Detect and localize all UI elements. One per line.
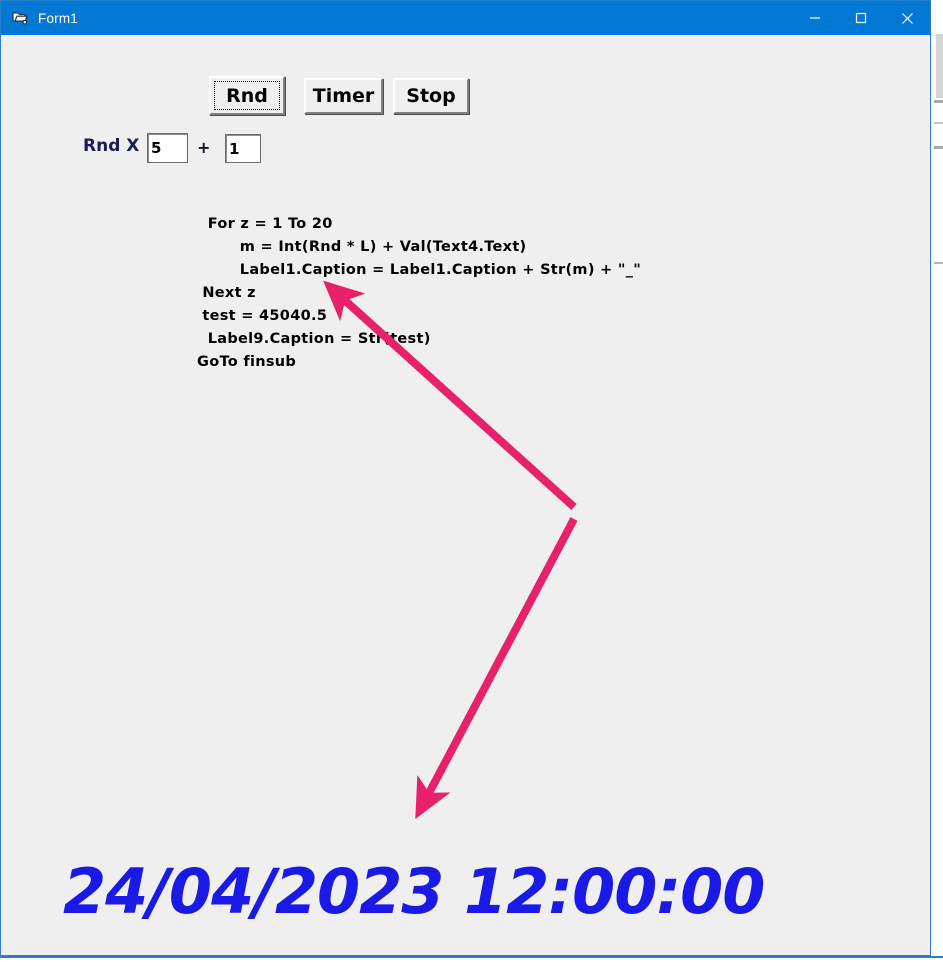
- plus-operator-label: +: [197, 138, 211, 157]
- rnd-row-label: Rnd X: [83, 136, 140, 156]
- title-bar[interactable]: Form1: [1, 1, 930, 35]
- multiplier-input[interactable]: [147, 133, 188, 163]
- minimize-icon: [810, 17, 820, 19]
- form-document-icon: [11, 9, 29, 27]
- vb-form-window: Form1 Rnd Timer Stop Rnd X 5 + 1 For z =…: [0, 0, 931, 956]
- close-icon: [901, 12, 913, 24]
- desktop-artifact: [0, 956, 943, 958]
- minimize-button[interactable]: [792, 1, 838, 35]
- window-title: Form1: [38, 10, 79, 26]
- timer-button-label: Timer: [312, 85, 375, 107]
- desktop-artifact: [934, 122, 943, 124]
- desktop-artifact: [934, 262, 943, 264]
- maximize-icon: [855, 12, 867, 24]
- close-button[interactable]: [884, 1, 930, 35]
- window-controls: [792, 1, 930, 35]
- stop-button-label: Stop: [406, 85, 456, 107]
- timer-button[interactable]: Timer: [304, 78, 383, 114]
- desktop-artifact: [934, 146, 943, 149]
- desktop-artifact: [934, 100, 943, 103]
- stop-button[interactable]: Stop: [393, 78, 469, 114]
- datetime-caption-label: 24/04/2023 12:00:00: [63, 855, 765, 928]
- desktop-artifact: [936, 34, 943, 98]
- offset-input[interactable]: [225, 134, 261, 163]
- maximize-button[interactable]: [838, 1, 884, 35]
- rnd-button-label: Rnd: [226, 84, 268, 107]
- form-client-area: Rnd Timer Stop Rnd X + For z = 1 To 20 m…: [1, 35, 930, 955]
- rnd-button[interactable]: Rnd: [209, 76, 285, 115]
- screenshot-root: Form1 Rnd Timer Stop Rnd X 5 + 1 For z =…: [0, 0, 943, 966]
- code-snippet-label: For z = 1 To 20 m = Int(Rnd * L) + Val(T…: [197, 216, 642, 370]
